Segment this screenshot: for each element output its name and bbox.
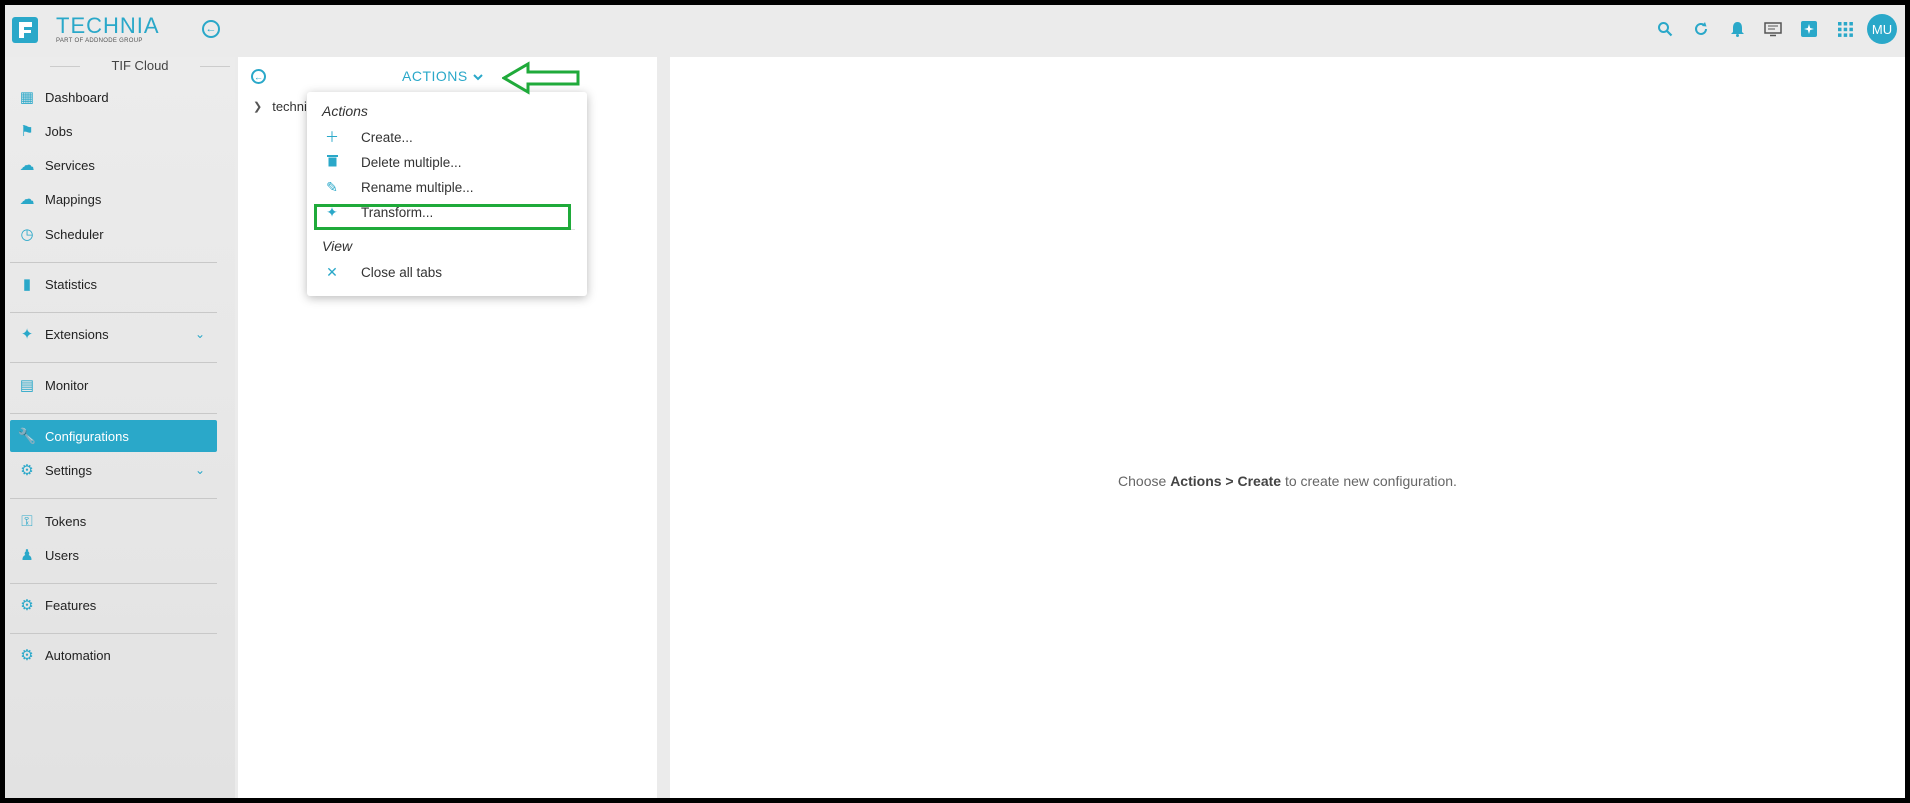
clock-icon: ◷ [20,226,34,243]
chevron-down-icon[interactable]: ⌄ [195,327,205,341]
plus-icon: ＋ [325,129,339,145]
sidebar-item-mappings[interactable]: ☁ Mappings [10,183,217,215]
users-icon: ♟ [20,547,34,564]
logo-mark-icon [12,16,38,43]
highlight-box [314,204,571,230]
sidebar-item-jobs[interactable]: ⚑ Jobs [10,115,217,147]
automation-gear-icon: ⚙ [20,647,34,664]
sidebar-divider [10,498,217,499]
sidebar-item-automation[interactable]: ⚙ Automation [10,639,217,671]
collapse-sidebar-button[interactable]: ← [202,20,220,38]
sidebar-divider [10,312,217,313]
annotation-arrow-icon [502,61,580,95]
sidebar-divider [10,262,217,263]
user-avatar[interactable]: MU [1867,14,1897,44]
menu-item-create[interactable]: ＋ Create... [317,125,577,149]
sidebar-item-settings[interactable]: ⚙ Settings ⌄ [10,454,217,486]
empty-state-message: Choose Actions > Create to create new co… [1118,473,1457,489]
tenant-label: TIF Cloud [50,58,230,74]
bar-chart-icon: ▮ [22,276,32,293]
chevron-right-icon[interactable]: ❯ [253,100,262,113]
menu-item-rename-multiple[interactable]: ✎ Rename multiple... [317,175,577,199]
wrench-icon: 🔧 [17,428,37,445]
logo-name: TECHNIA [56,13,160,38]
sidebar-item-statistics[interactable]: ▮ Statistics [10,268,217,300]
dashboard-icon: ▦ [19,89,35,106]
sidebar-item-monitor[interactable]: ▤ Monitor [10,369,217,401]
configuration-editor-panel: Choose Actions > Create to create new co… [670,57,1905,798]
technia-logo[interactable]: TECHNIA PART OF ADDNODE GROUP [12,15,160,44]
sidebar-divider [10,583,217,584]
bell-icon[interactable] [1719,15,1755,43]
sidebar-item-users[interactable]: ♟ Users [10,539,217,571]
sidebar-item-tokens[interactable]: ⚿ Tokens [10,505,217,537]
sidebar-item-services[interactable]: ☁ Services [10,149,217,181]
close-icon: ✕ [326,263,338,280]
menu-section-actions: Actions [322,103,368,119]
chevron-down-icon [473,68,483,84]
pulse-icon: ▤ [19,377,35,394]
logo-subtitle: PART OF ADDNODE GROUP [56,38,143,44]
top-toolbar: MU [1647,14,1897,44]
actions-menu: Actions ＋ Create... Delete multiple... ✎… [307,92,587,296]
sidebar-divider [10,362,217,363]
tree-item[interactable]: ❯ techni [253,99,307,114]
menu-section-view: View [322,238,353,254]
sidebar-item-configurations[interactable]: 🔧 Configurations [10,420,217,452]
top-bar: TECHNIA PART OF ADDNODE GROUP ← MU [5,5,1905,57]
refresh-icon[interactable] [1683,15,1719,43]
sparkle-icon[interactable] [1791,15,1827,43]
pencil-icon: ✎ [326,178,338,195]
apps-grid-icon[interactable] [1827,15,1863,43]
key-icon: ⚿ [21,512,33,530]
app-window: TECHNIA PART OF ADDNODE GROUP ← MU TIF C… [0,0,1910,803]
sidebar-divider [10,413,217,414]
collapse-panel-button[interactable]: ← [251,69,266,84]
chevron-down-icon[interactable]: ⌄ [195,463,205,477]
monitor-icon[interactable] [1755,15,1791,43]
sidebar-divider [10,633,217,634]
gear-icon: ⚙ [20,462,34,479]
sidebar-item-features[interactable]: ⚙ Features [10,589,217,621]
sidebar-item-scheduler[interactable]: ◷ Scheduler [10,218,217,250]
sidebar: TIF Cloud ▦ Dashboard ⚑ Jobs ☁ Services … [5,57,235,798]
sidebar-item-dashboard[interactable]: ▦ Dashboard [10,81,217,113]
tag-icon: ⚑ [20,123,34,140]
sidebar-item-extensions[interactable]: ✦ Extensions ⌄ [10,318,217,350]
menu-item-close-all-tabs[interactable]: ✕ Close all tabs [317,260,577,284]
cloud-outline-icon: ☁ [19,191,35,208]
actions-dropdown-button[interactable]: ACTIONS [402,68,483,84]
trash-icon [317,154,347,170]
menu-item-delete-multiple[interactable]: Delete multiple... [317,150,577,174]
cloud-icon: ☁ [19,157,35,174]
feature-gear-icon: ⚙ [20,597,34,614]
puzzle-icon: ✦ [20,326,34,343]
search-icon[interactable] [1647,15,1683,43]
